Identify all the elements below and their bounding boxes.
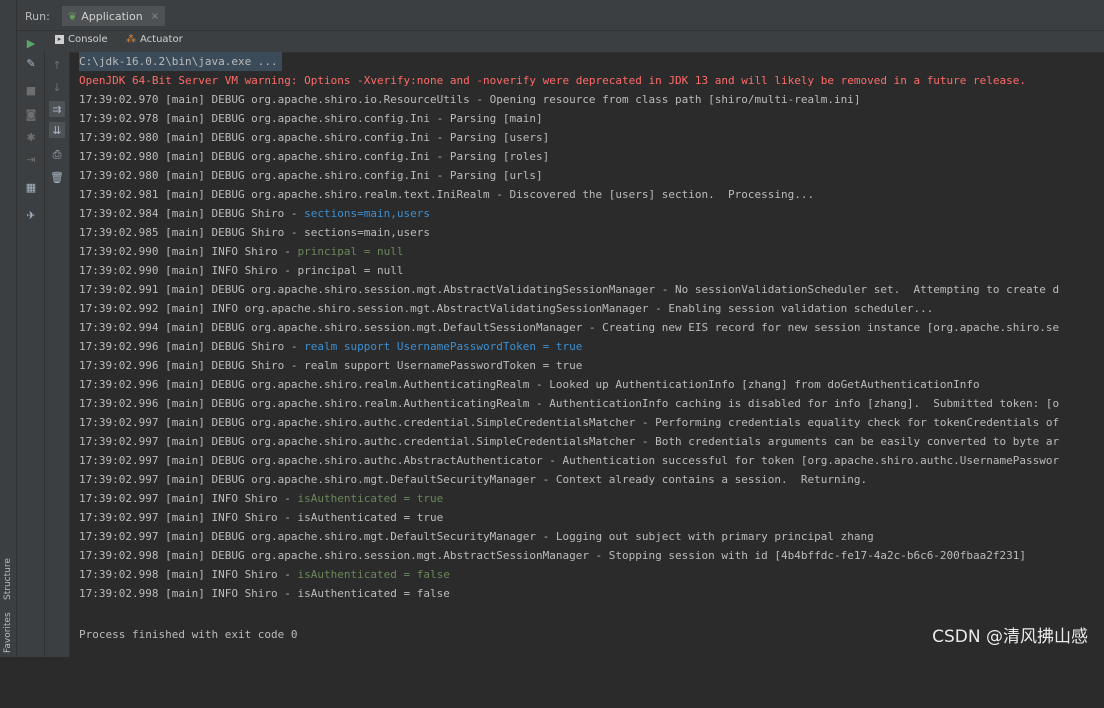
log-line: 17:39:02.996 [main] DEBUG Shiro - realm … <box>79 356 582 375</box>
run-label: Run: <box>25 10 50 23</box>
log-line: 17:39:02.992 [main] INFO org.apache.shir… <box>79 299 933 318</box>
log-line-text: 17:39:02.997 [main] INFO Shiro - <box>79 492 298 505</box>
stop-icon[interactable]: ■ <box>24 83 38 97</box>
console-icon: ▸ <box>55 35 64 44</box>
run-actions-column: ▶ ✎ ■ ◙ ✱ ⇥ ▦ ✈ <box>17 37 45 657</box>
run-toolbar: Run: ❦ Application × <box>17 0 1104 31</box>
console-subtabs: ▸ Console ⁂ Actuator <box>17 31 1104 53</box>
log-line: 17:39:02.998 [main] DEBUG org.apache.shi… <box>79 546 1026 565</box>
print-icon[interactable]: ⎙ <box>50 148 64 162</box>
console-tab-label: Console <box>68 34 108 45</box>
watermark: CSDN @清风拂山感 <box>932 627 1088 647</box>
log-line-text: 17:39:02.990 [main] INFO Shiro - <box>79 245 298 258</box>
log-line-text: 17:39:02.980 [main] DEBUG org.apache.shi… <box>79 169 543 182</box>
structure-label: Structure <box>3 558 13 600</box>
up-arrow-icon[interactable]: ↑ <box>50 58 64 72</box>
log-line-text: 17:39:02.998 [main] INFO Shiro - isAuthe… <box>79 587 450 600</box>
command-line: C:\jdk-16.0.2\bin\java.exe ... <box>79 52 282 71</box>
log-line: 17:39:02.978 [main] DEBUG org.apache.shi… <box>79 109 543 128</box>
log-line-text: 17:39:02.980 [main] DEBUG org.apache.shi… <box>79 150 550 163</box>
login-icon[interactable]: ⇥ <box>24 152 38 166</box>
log-line-highlight: sections=main,users <box>304 207 431 220</box>
console-output[interactable]: C:\jdk-16.0.2\bin\java.exe ... OpenJDK 6… <box>70 52 1104 657</box>
left-tool-strip: Structure Favorites <box>0 0 17 657</box>
log-line-text: 17:39:02.998 [main] INFO Shiro - <box>79 568 298 581</box>
log-line: 17:39:02.991 [main] DEBUG org.apache.shi… <box>79 280 1059 299</box>
application-tab-label: Application <box>81 9 143 23</box>
log-line-highlight: isAuthenticated = false <box>297 568 450 581</box>
tab-actuator[interactable]: ⁂ Actuator <box>126 34 183 45</box>
log-line-text: 17:39:02.996 [main] DEBUG Shiro - realm … <box>79 359 583 372</box>
log-line-text: 17:39:02.997 [main] INFO Shiro - isAuthe… <box>79 511 444 524</box>
spring-leaf-icon: ❦ <box>68 9 78 23</box>
log-line-text: 17:39:02.997 [main] DEBUG org.apache.shi… <box>79 473 868 486</box>
exit-line: Process finished with exit code 0 <box>79 628 298 641</box>
favorites-side-tab[interactable]: Favorites <box>0 612 16 708</box>
soft-wrap-icon[interactable]: ⇉ <box>49 101 65 117</box>
layout-icon[interactable]: ▦ <box>24 180 38 194</box>
log-line-text: 17:39:02.997 [main] DEBUG org.apache.shi… <box>79 530 874 543</box>
log-line: 17:39:02.997 [main] DEBUG org.apache.shi… <box>79 527 874 546</box>
log-line-text: 17:39:02.984 [main] DEBUG Shiro - <box>79 207 305 220</box>
wrench-icon[interactable]: ✎ <box>24 56 38 70</box>
log-line: 17:39:02.984 [main] DEBUG Shiro - sectio… <box>79 204 430 223</box>
log-line: 17:39:02.980 [main] DEBUG org.apache.shi… <box>79 128 549 147</box>
log-line: 17:39:02.998 [main] INFO Shiro - isAuthe… <box>79 565 450 584</box>
log-line-text: 17:39:02.996 [main] DEBUG org.apache.shi… <box>79 378 980 391</box>
pin-icon[interactable]: ✈ <box>24 208 38 222</box>
log-line-text: 17:39:02.996 [main] DEBUG Shiro - <box>79 340 305 353</box>
log-line: 17:39:02.980 [main] DEBUG org.apache.shi… <box>79 166 543 185</box>
tab-console[interactable]: ▸ Console <box>55 34 108 45</box>
log-line-highlight: realm support UsernamePasswordToken = tr… <box>304 340 583 353</box>
log-line: 17:39:02.997 [main] DEBUG org.apache.shi… <box>79 432 1059 451</box>
log-line: 17:39:02.970 [main] DEBUG org.apache.shi… <box>79 90 860 109</box>
log-line: 17:39:02.996 [main] DEBUG org.apache.shi… <box>79 375 980 394</box>
application-tab[interactable]: ❦ Application × <box>62 6 166 26</box>
log-line-text: 17:39:02.996 [main] DEBUG org.apache.shi… <box>79 397 1060 410</box>
log-line: 17:39:02.980 [main] DEBUG org.apache.shi… <box>79 147 549 166</box>
log-line-text: 17:39:02.978 [main] DEBUG org.apache.shi… <box>79 112 543 125</box>
log-line: 17:39:02.997 [main] DEBUG org.apache.shi… <box>79 451 1059 470</box>
bug-icon[interactable]: ✱ <box>24 130 38 144</box>
log-line-text: 17:39:02.997 [main] DEBUG org.apache.shi… <box>79 416 1060 429</box>
scroll-to-end-icon[interactable]: ⇊ <box>49 122 65 138</box>
log-line: 17:39:02.998 [main] INFO Shiro - isAuthe… <box>79 584 450 603</box>
close-icon[interactable]: × <box>151 11 159 22</box>
log-line-text: 17:39:02.991 [main] DEBUG org.apache.shi… <box>79 283 1060 296</box>
actuator-tab-label: Actuator <box>140 34 183 45</box>
log-line-text: 17:39:02.985 [main] DEBUG Shiro - sectio… <box>79 226 430 239</box>
log-line-highlight: principal = null <box>297 245 404 258</box>
log-line: 17:39:02.990 [main] INFO Shiro - princip… <box>79 261 404 280</box>
log-line: 17:39:02.985 [main] DEBUG Shiro - sectio… <box>79 223 430 242</box>
warning-line: OpenJDK 64-Bit Server VM warning: Option… <box>79 74 1027 87</box>
log-line: 17:39:02.994 [main] DEBUG org.apache.shi… <box>79 318 1059 337</box>
run-icon[interactable]: ▶ <box>24 36 38 50</box>
console-actions-column: ↑ ↓ ⇉ ⇊ ⎙ 🗑 <box>45 52 70 657</box>
log-line-text: 17:39:02.997 [main] DEBUG org.apache.shi… <box>79 454 1060 467</box>
down-arrow-icon[interactable]: ↓ <box>50 80 64 94</box>
log-line: 17:39:02.997 [main] DEBUG org.apache.shi… <box>79 413 1059 432</box>
log-line-text: 17:39:02.997 [main] DEBUG org.apache.shi… <box>79 435 1060 448</box>
camera-icon[interactable]: ◙ <box>24 107 38 121</box>
log-line: 17:39:02.996 [main] DEBUG org.apache.shi… <box>79 394 1059 413</box>
log-line-text: 17:39:02.981 [main] DEBUG org.apache.shi… <box>79 188 815 201</box>
trash-icon[interactable]: 🗑 <box>50 170 64 184</box>
log-line: 17:39:02.990 [main] INFO Shiro - princip… <box>79 242 404 261</box>
log-line-highlight: isAuthenticated = true <box>297 492 444 505</box>
log-line: 17:39:02.997 [main] INFO Shiro - isAuthe… <box>79 508 443 527</box>
log-line-text: 17:39:02.998 [main] DEBUG org.apache.shi… <box>79 549 1027 562</box>
favorites-label: Favorites <box>3 612 13 653</box>
log-line-text: 17:39:02.992 [main] INFO org.apache.shir… <box>79 302 934 315</box>
log-line-text: 17:39:02.970 [main] DEBUG org.apache.shi… <box>79 93 861 106</box>
log-line: 17:39:02.997 [main] INFO Shiro - isAuthe… <box>79 489 443 508</box>
log-line: 17:39:02.996 [main] DEBUG Shiro - realm … <box>79 337 582 356</box>
log-line: 17:39:02.997 [main] DEBUG org.apache.shi… <box>79 470 867 489</box>
log-line: 17:39:02.981 [main] DEBUG org.apache.shi… <box>79 185 814 204</box>
actuator-icon: ⁂ <box>126 34 136 45</box>
log-line-text: 17:39:02.994 [main] DEBUG org.apache.shi… <box>79 321 1060 334</box>
log-line-text: 17:39:02.980 [main] DEBUG org.apache.shi… <box>79 131 550 144</box>
log-line-text: 17:39:02.990 [main] INFO Shiro - princip… <box>79 264 404 277</box>
